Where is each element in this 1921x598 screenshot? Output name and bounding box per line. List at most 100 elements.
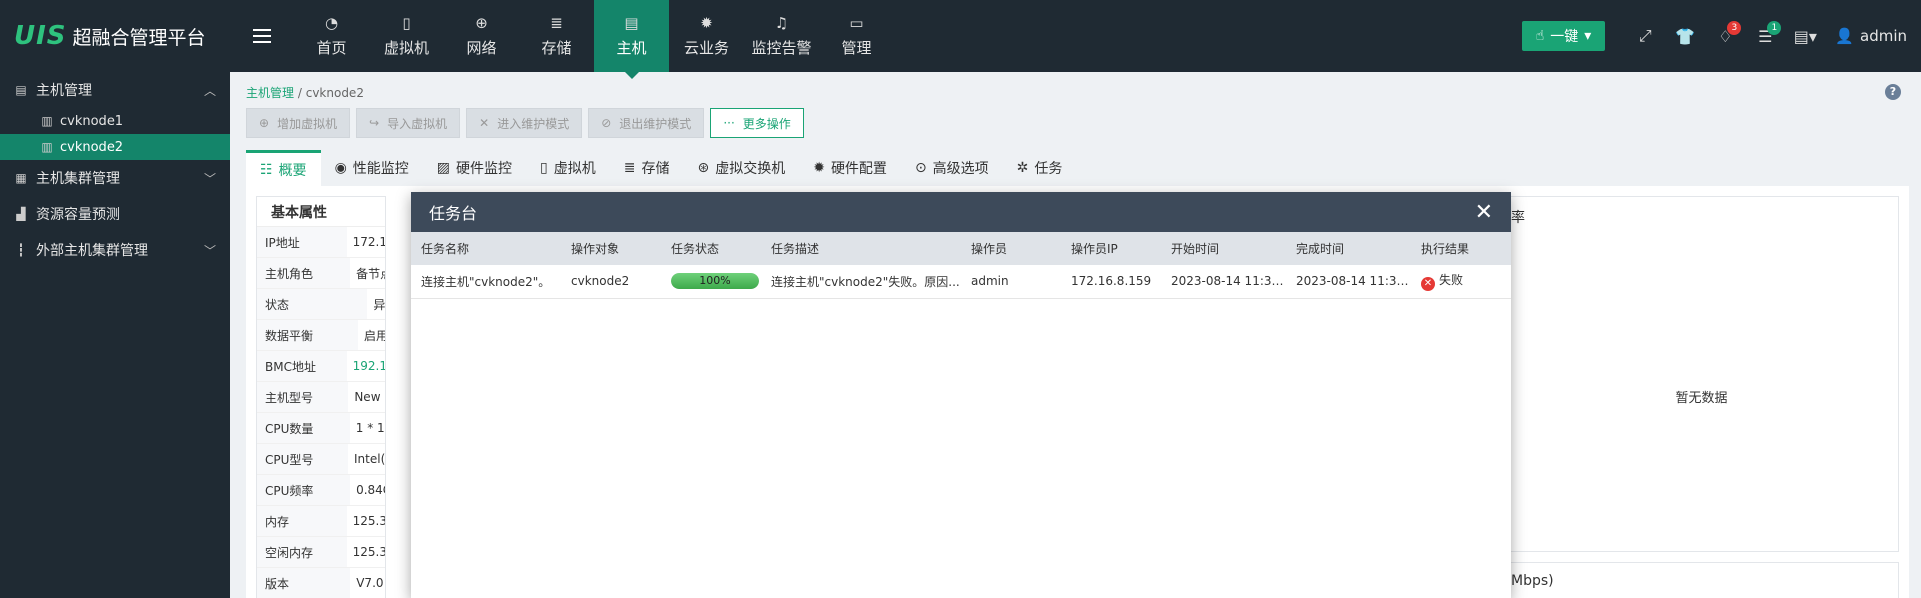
user-menu[interactable]: 👤 admin	[1835, 27, 1907, 45]
tab-label: 硬件监控	[456, 161, 513, 177]
toolbar: ⊕ 增加虚拟机 ↪ 导入虚拟机 ✕ 进入维护模式 ⊘ 退出维护模式 ··· 更多操作	[246, 108, 804, 138]
nav-item-2[interactable]: ⊕ 网络	[444, 0, 519, 72]
property-value: New H	[354, 390, 385, 404]
caret-down-icon: ▾	[1584, 28, 1592, 44]
property-key: 数据平衡	[257, 320, 358, 350]
nav-item-7[interactable]: ▭ 管理	[819, 0, 894, 72]
progress-bar: 100%	[671, 273, 759, 290]
property-value: 启用	[363, 328, 385, 343]
tab-6[interactable]: ✹ 硬件配置	[799, 150, 901, 186]
bar-chart-icon: ▟	[16, 207, 26, 221]
property-key: CPU数量	[257, 413, 350, 443]
tab-8[interactable]: ✲ 任务	[1003, 150, 1077, 186]
tab-label: 虚拟机	[553, 161, 596, 177]
vm-icon: ▯	[540, 160, 548, 176]
bell-icon[interactable]: ♢ 3	[1705, 21, 1745, 51]
breadcrumb: 主机管理 / cvknode2	[246, 84, 364, 101]
more-actions-button[interactable]: ··· 更多操作	[710, 108, 804, 138]
tab-label: 高级选项	[932, 161, 989, 177]
sidebar-item-external[interactable]: ┇ 外部主机集群管理 ﹀	[0, 232, 230, 268]
sidebar-item-cluster-mgmt[interactable]: ▦ 主机集群管理 ﹀	[0, 160, 230, 196]
tab-2[interactable]: ▨ 硬件监控	[423, 150, 526, 186]
chart-icon: ◉	[334, 160, 347, 176]
sidebar-label: 外部主机集群管理	[36, 243, 148, 259]
panel-title: Mbps)	[1511, 573, 1554, 589]
dialog-header: 任务台 ✕	[411, 192, 1511, 232]
task-start-time: 2023-08-14 11:33:15	[1161, 265, 1286, 299]
enter-maintenance-button[interactable]: ✕ 进入维护模式	[466, 108, 583, 138]
add-vm-button[interactable]: ⊕ 增加虚拟机	[246, 108, 351, 138]
sidebar-host-cvknode1[interactable]: ▥ cvknode1	[0, 108, 230, 134]
column-header: 任务名称	[411, 232, 561, 265]
tab-label: 概要	[278, 162, 307, 179]
tab-5[interactable]: ⊛ 虚拟交换机	[683, 150, 799, 186]
property-key: 主机型号	[257, 382, 349, 412]
task-description: 连接主机"cvknode2"失败。原因...	[761, 265, 961, 299]
nav-item-6[interactable]: ♫ 监控告警	[744, 0, 819, 72]
ban-icon: ⊘	[601, 116, 612, 130]
tab-7[interactable]: ⊙ 高级选项	[901, 150, 1003, 186]
property-row: IP地址 172.16	[257, 227, 385, 258]
tshirt-icon[interactable]: 👕	[1665, 21, 1705, 51]
nav-item-3[interactable]: ≣ 存储	[519, 0, 594, 72]
nav-label: 主机	[616, 39, 647, 57]
import-vm-button[interactable]: ↪ 导入虚拟机	[356, 108, 461, 138]
top-right-tools: ☝ 一键 ▾ ⤢ 👕 ♢ 3 ☰ 1 ▤▾ 👤 admin	[1521, 0, 1921, 72]
logo[interactable]: UIS 超融合管理平台	[0, 0, 230, 72]
tab-label: 硬件配置	[830, 161, 887, 177]
nav-item-5[interactable]: ✹ 云业务	[669, 0, 744, 72]
sidebar-item-host-mgmt[interactable]: ▤ 主机管理 ︿	[0, 72, 230, 108]
property-value: Intel(R	[354, 452, 385, 466]
task-console-dialog: 任务台 ✕ 任务名称 操作对象 任务状态 任务描述 操作员 操作员IP 开始时间 完成时间 执行…	[411, 192, 1511, 598]
layout-icon[interactable]: ▤▾	[1785, 21, 1825, 51]
tab-3[interactable]: ▯ 虚拟机	[526, 150, 610, 186]
hand-icon: ☝	[1535, 28, 1545, 44]
one-key-button[interactable]: ☝ 一键 ▾	[1521, 21, 1606, 51]
sidebar-item-capacity[interactable]: ▟ 资源容量预测	[0, 196, 230, 232]
property-key: 空闲内存	[257, 537, 347, 567]
tab-4[interactable]: ≣ 存储	[610, 150, 684, 186]
nav-label: 存储	[541, 39, 572, 57]
column-header: 任务描述	[761, 232, 961, 265]
property-row: BMC地址192.16	[257, 351, 385, 382]
sidebar-host-cvknode2[interactable]: ▥ cvknode2	[0, 134, 230, 160]
breadcrumb-root[interactable]: 主机管理	[246, 86, 294, 100]
menu-toggle-icon[interactable]	[230, 0, 294, 72]
list-icon: ☷	[260, 161, 273, 178]
button-label: 更多操作	[742, 116, 791, 131]
tab-0[interactable]: ☷ 概要	[246, 150, 321, 186]
button-label: 进入维护模式	[497, 116, 570, 131]
nav-item-4[interactable]: ▤ 主机	[594, 0, 669, 79]
help-icon[interactable]: ?	[1885, 84, 1901, 100]
nav-label: 首页	[316, 39, 347, 57]
basic-properties: 基本属性 IP地址172.16主机角色备节点状态异数据平衡启用BMC地址192.…	[256, 196, 386, 598]
task-target: cvknode2	[561, 265, 661, 299]
nav-item-0[interactable]: ◔ 首页	[294, 0, 369, 72]
top-navbar: UIS 超融合管理平台 ◔ 首页 ▯ 虚拟机 ⊕ 网络 ≣ 存储 ▤ 主机 ✹ 云业务 ♫ 监控告警 ▭ 管理…	[0, 0, 1921, 79]
sidebar-label: 主机管理	[36, 83, 92, 99]
exit-maintenance-button[interactable]: ⊘ 退出维护模式	[588, 108, 705, 138]
vm-icon: ▯	[402, 14, 411, 32]
property-value[interactable]: 192.16	[347, 359, 385, 373]
user-name: admin	[1860, 27, 1907, 45]
nav-item-1[interactable]: ▯ 虚拟机	[369, 0, 444, 72]
property-row: 版本 V7.0 (	[257, 568, 385, 598]
column-header: 操作对象	[561, 232, 661, 265]
task-operator-ip: 172.16.8.159	[1061, 265, 1161, 299]
tab-label: 任务	[1034, 161, 1063, 177]
property-value: 125.31	[352, 514, 385, 528]
task-list-icon[interactable]: ☰ 1	[1745, 21, 1785, 51]
nav-label: 管理	[841, 39, 872, 57]
tab-1[interactable]: ◉ 性能监控	[321, 150, 423, 186]
close-icon[interactable]: ✕	[1475, 200, 1493, 225]
task-operator: admin	[961, 265, 1061, 299]
property-key: BMC地址	[257, 351, 347, 381]
property-row: 状态异	[257, 289, 385, 320]
fullscreen-icon[interactable]: ⤢	[1625, 21, 1665, 51]
property-value: 异	[373, 297, 385, 312]
column-header: 操作员	[961, 232, 1061, 265]
property-value: 备节点	[356, 266, 385, 281]
table-row[interactable]: 连接主机"cvknode2"。 cvknode2 100% 连接主机"cvknode2…	[411, 265, 1511, 299]
gear-icon: ✹	[700, 14, 713, 32]
bell-icon: ♫	[774, 14, 789, 32]
